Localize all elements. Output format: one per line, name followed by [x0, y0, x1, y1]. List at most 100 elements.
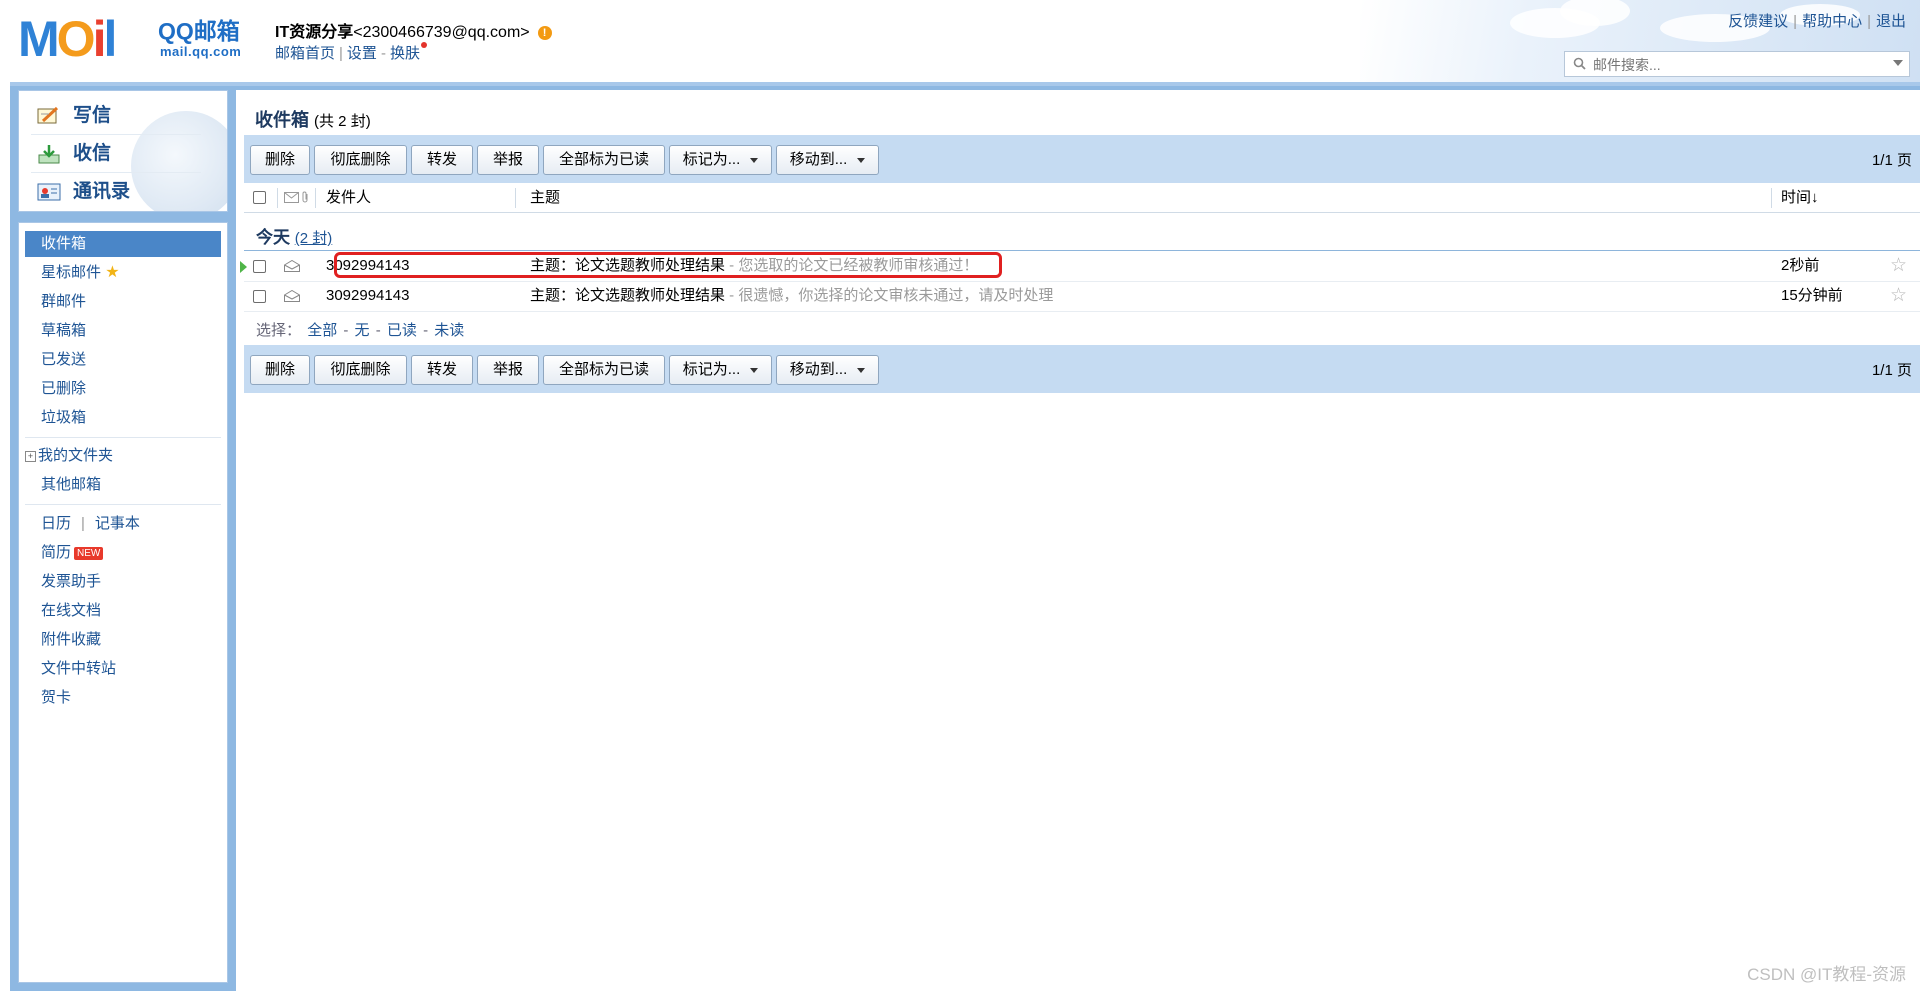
- report-button[interactable]: 举报: [477, 145, 539, 175]
- select-all-checkbox[interactable]: [253, 191, 266, 204]
- subject-column-header[interactable]: 主题: [530, 184, 560, 212]
- top-toolbar: 删除 彻底删除 转发 举报 全部标为已读 标记为... 移动到... 1/1 页: [244, 135, 1920, 183]
- time-column-header[interactable]: 时间↓: [1781, 184, 1819, 212]
- select-none-link[interactable]: 无: [355, 322, 370, 339]
- purge-button[interactable]: 彻底删除: [314, 355, 407, 385]
- select-all-link[interactable]: 全部: [307, 322, 337, 339]
- delete-button[interactable]: 删除: [250, 145, 310, 175]
- logout-link[interactable]: 退出: [1876, 13, 1906, 30]
- star-icon: ★: [105, 264, 120, 281]
- chevron-down-icon: [750, 367, 759, 373]
- nav-item-docs[interactable]: 在线文档: [41, 600, 101, 622]
- forward-button[interactable]: 转发: [411, 145, 473, 175]
- nav-item-drafts[interactable]: 草稿箱: [41, 320, 86, 342]
- account-links: 邮箱首页 | 设置 - 换肤: [275, 42, 427, 63]
- star-toggle-icon[interactable]: ☆: [1890, 251, 1907, 281]
- report-button[interactable]: 举报: [477, 355, 539, 385]
- nav-item-file-transfer[interactable]: 文件中转站: [41, 658, 116, 680]
- email-sender[interactable]: 3092994143: [326, 281, 409, 311]
- nav-item-deleted[interactable]: 已删除: [41, 378, 86, 400]
- mark-all-read-button[interactable]: 全部标为已读: [543, 145, 665, 175]
- contacts-button[interactable]: 通讯录: [37, 177, 130, 207]
- expand-icon[interactable]: +: [25, 450, 36, 462]
- select-read-link[interactable]: 已读: [387, 322, 417, 339]
- nav-item-group-mail[interactable]: 群邮件: [41, 291, 86, 313]
- star-toggle-icon[interactable]: ☆: [1890, 281, 1907, 311]
- nav-item-spam[interactable]: 垃圾箱: [41, 407, 86, 429]
- nav-starred-label: 星标邮件: [41, 264, 102, 281]
- nav-item-invoice[interactable]: 发票助手: [41, 571, 101, 593]
- help-center-link[interactable]: 帮助中心: [1802, 13, 1862, 30]
- folder-nav: 收件箱 星标邮件 ★ 群邮件 草稿箱 已发送 已删除 垃圾箱 + 我的文件夹 其他…: [18, 222, 228, 983]
- email-time: 15分钟前: [1781, 287, 1843, 304]
- nav-item-other-mail[interactable]: 其他邮箱: [41, 474, 101, 496]
- resume-label: 简历: [41, 544, 72, 561]
- move-to-dropdown[interactable]: 移动到...: [776, 355, 879, 385]
- logo-brand: QQ邮箱: [158, 18, 240, 44]
- group-header-today: 今天 (2 封): [256, 223, 332, 248]
- logo-domain: mail.qq.com: [160, 44, 242, 59]
- move-to-label: 移动到...: [789, 151, 848, 168]
- compose-button[interactable]: 写信: [37, 101, 111, 131]
- forward-button[interactable]: 转发: [411, 355, 473, 385]
- mark-as-dropdown[interactable]: 标记为...: [669, 145, 772, 175]
- settings-link[interactable]: 设置: [347, 45, 377, 62]
- search-input[interactable]: [1591, 54, 1885, 76]
- select-label: 选择：: [256, 322, 302, 339]
- nav-item-notebook[interactable]: 记事本: [95, 515, 140, 532]
- mark-as-label: 标记为...: [682, 151, 741, 168]
- nav-item-attachments[interactable]: 附件收藏: [41, 629, 101, 651]
- main-panel: 收件箱 (共 2 封) 删除 彻底删除 转发 举报 全部标为已读 标记为... …: [236, 90, 1920, 991]
- mark-as-dropdown[interactable]: 标记为...: [669, 355, 772, 385]
- chevron-down-icon: [750, 157, 759, 163]
- purge-button[interactable]: 彻底删除: [314, 145, 407, 175]
- quick-actions: 写信 收信 通讯录: [18, 90, 228, 212]
- nav-item-calendar[interactable]: 日历: [41, 515, 71, 532]
- pager: 1/1 页: [1871, 362, 1912, 379]
- account-email: <2300466739@qq.com>: [353, 24, 530, 41]
- sender-column-header[interactable]: 发件人: [326, 184, 371, 212]
- email-subject-cell[interactable]: 主题：论文选题教师处理结果 - 很遗憾，你选择的论文审核未通过，请及时处理: [530, 281, 1053, 311]
- nav-item-my-folders[interactable]: + 我的文件夹: [25, 445, 114, 467]
- delete-button[interactable]: 删除: [250, 355, 310, 385]
- qq-mail-logo[interactable]: MOil QQ邮箱 mail.qq.com: [18, 14, 250, 64]
- compose-label: 写信: [73, 105, 112, 126]
- my-folders-label: 我的文件夹: [38, 447, 114, 464]
- folder-title: 收件箱: [255, 110, 309, 130]
- email-checkbox[interactable]: [253, 260, 266, 273]
- search-dropdown-icon[interactable]: [1893, 60, 1903, 66]
- column-header: 发件人 主题 时间↓: [244, 184, 1920, 213]
- page-title: 收件箱 (共 2 封): [255, 106, 371, 132]
- warning-icon[interactable]: !: [537, 25, 552, 40]
- change-skin-link[interactable]: 换肤: [390, 45, 420, 62]
- group-count-link[interactable]: (2 封): [295, 230, 333, 247]
- move-to-dropdown[interactable]: 移动到...: [776, 145, 879, 175]
- mail-search-box[interactable]: [1564, 51, 1910, 77]
- nav-item-sent[interactable]: 已发送: [41, 349, 86, 371]
- receive-label: 收信: [73, 143, 112, 164]
- email-time: 2秒前: [1781, 257, 1820, 274]
- feedback-link[interactable]: 反馈建议: [1728, 13, 1788, 30]
- search-icon: [1573, 57, 1586, 70]
- email-row[interactable]: 3092994143 主题：论文选题教师处理结果 - 很遗憾，你选择的论文审核未…: [244, 281, 1920, 312]
- nav-item-resume[interactable]: 简历 NEW: [41, 542, 104, 564]
- nav-item-starred[interactable]: 星标邮件 ★: [41, 262, 120, 284]
- nav-item-inbox[interactable]: 收件箱: [25, 231, 221, 257]
- mark-all-read-button[interactable]: 全部标为已读: [543, 355, 665, 385]
- receive-button[interactable]: 收信: [37, 139, 111, 169]
- select-unread-link[interactable]: 未读: [434, 322, 464, 339]
- move-to-label: 移动到...: [789, 361, 848, 378]
- new-badge: NEW: [74, 546, 104, 560]
- contacts-icon: [37, 183, 61, 201]
- bottom-toolbar: 删除 彻底删除 转发 举报 全部标为已读 标记为... 移动到... 1/1 页: [244, 345, 1920, 393]
- mail-home-link[interactable]: 邮箱首页: [275, 45, 335, 62]
- account-name: IT资源分享: [275, 24, 354, 41]
- mail-count: (共 2 封): [314, 113, 371, 130]
- email-checkbox[interactable]: [253, 290, 266, 303]
- left-panel: 写信 收信 通讯录 收件箱 星标邮件 ★ 群邮件 草稿箱 已发送 已删除 垃圾箱…: [18, 90, 228, 983]
- group-label: 今天: [256, 228, 290, 247]
- notification-dot-icon: [420, 42, 427, 48]
- receive-icon: [38, 144, 60, 164]
- header: MOil QQ邮箱 mail.qq.com IT资源分享<2300466739@…: [0, 0, 1920, 86]
- nav-item-cards[interactable]: 贺卡: [41, 687, 71, 709]
